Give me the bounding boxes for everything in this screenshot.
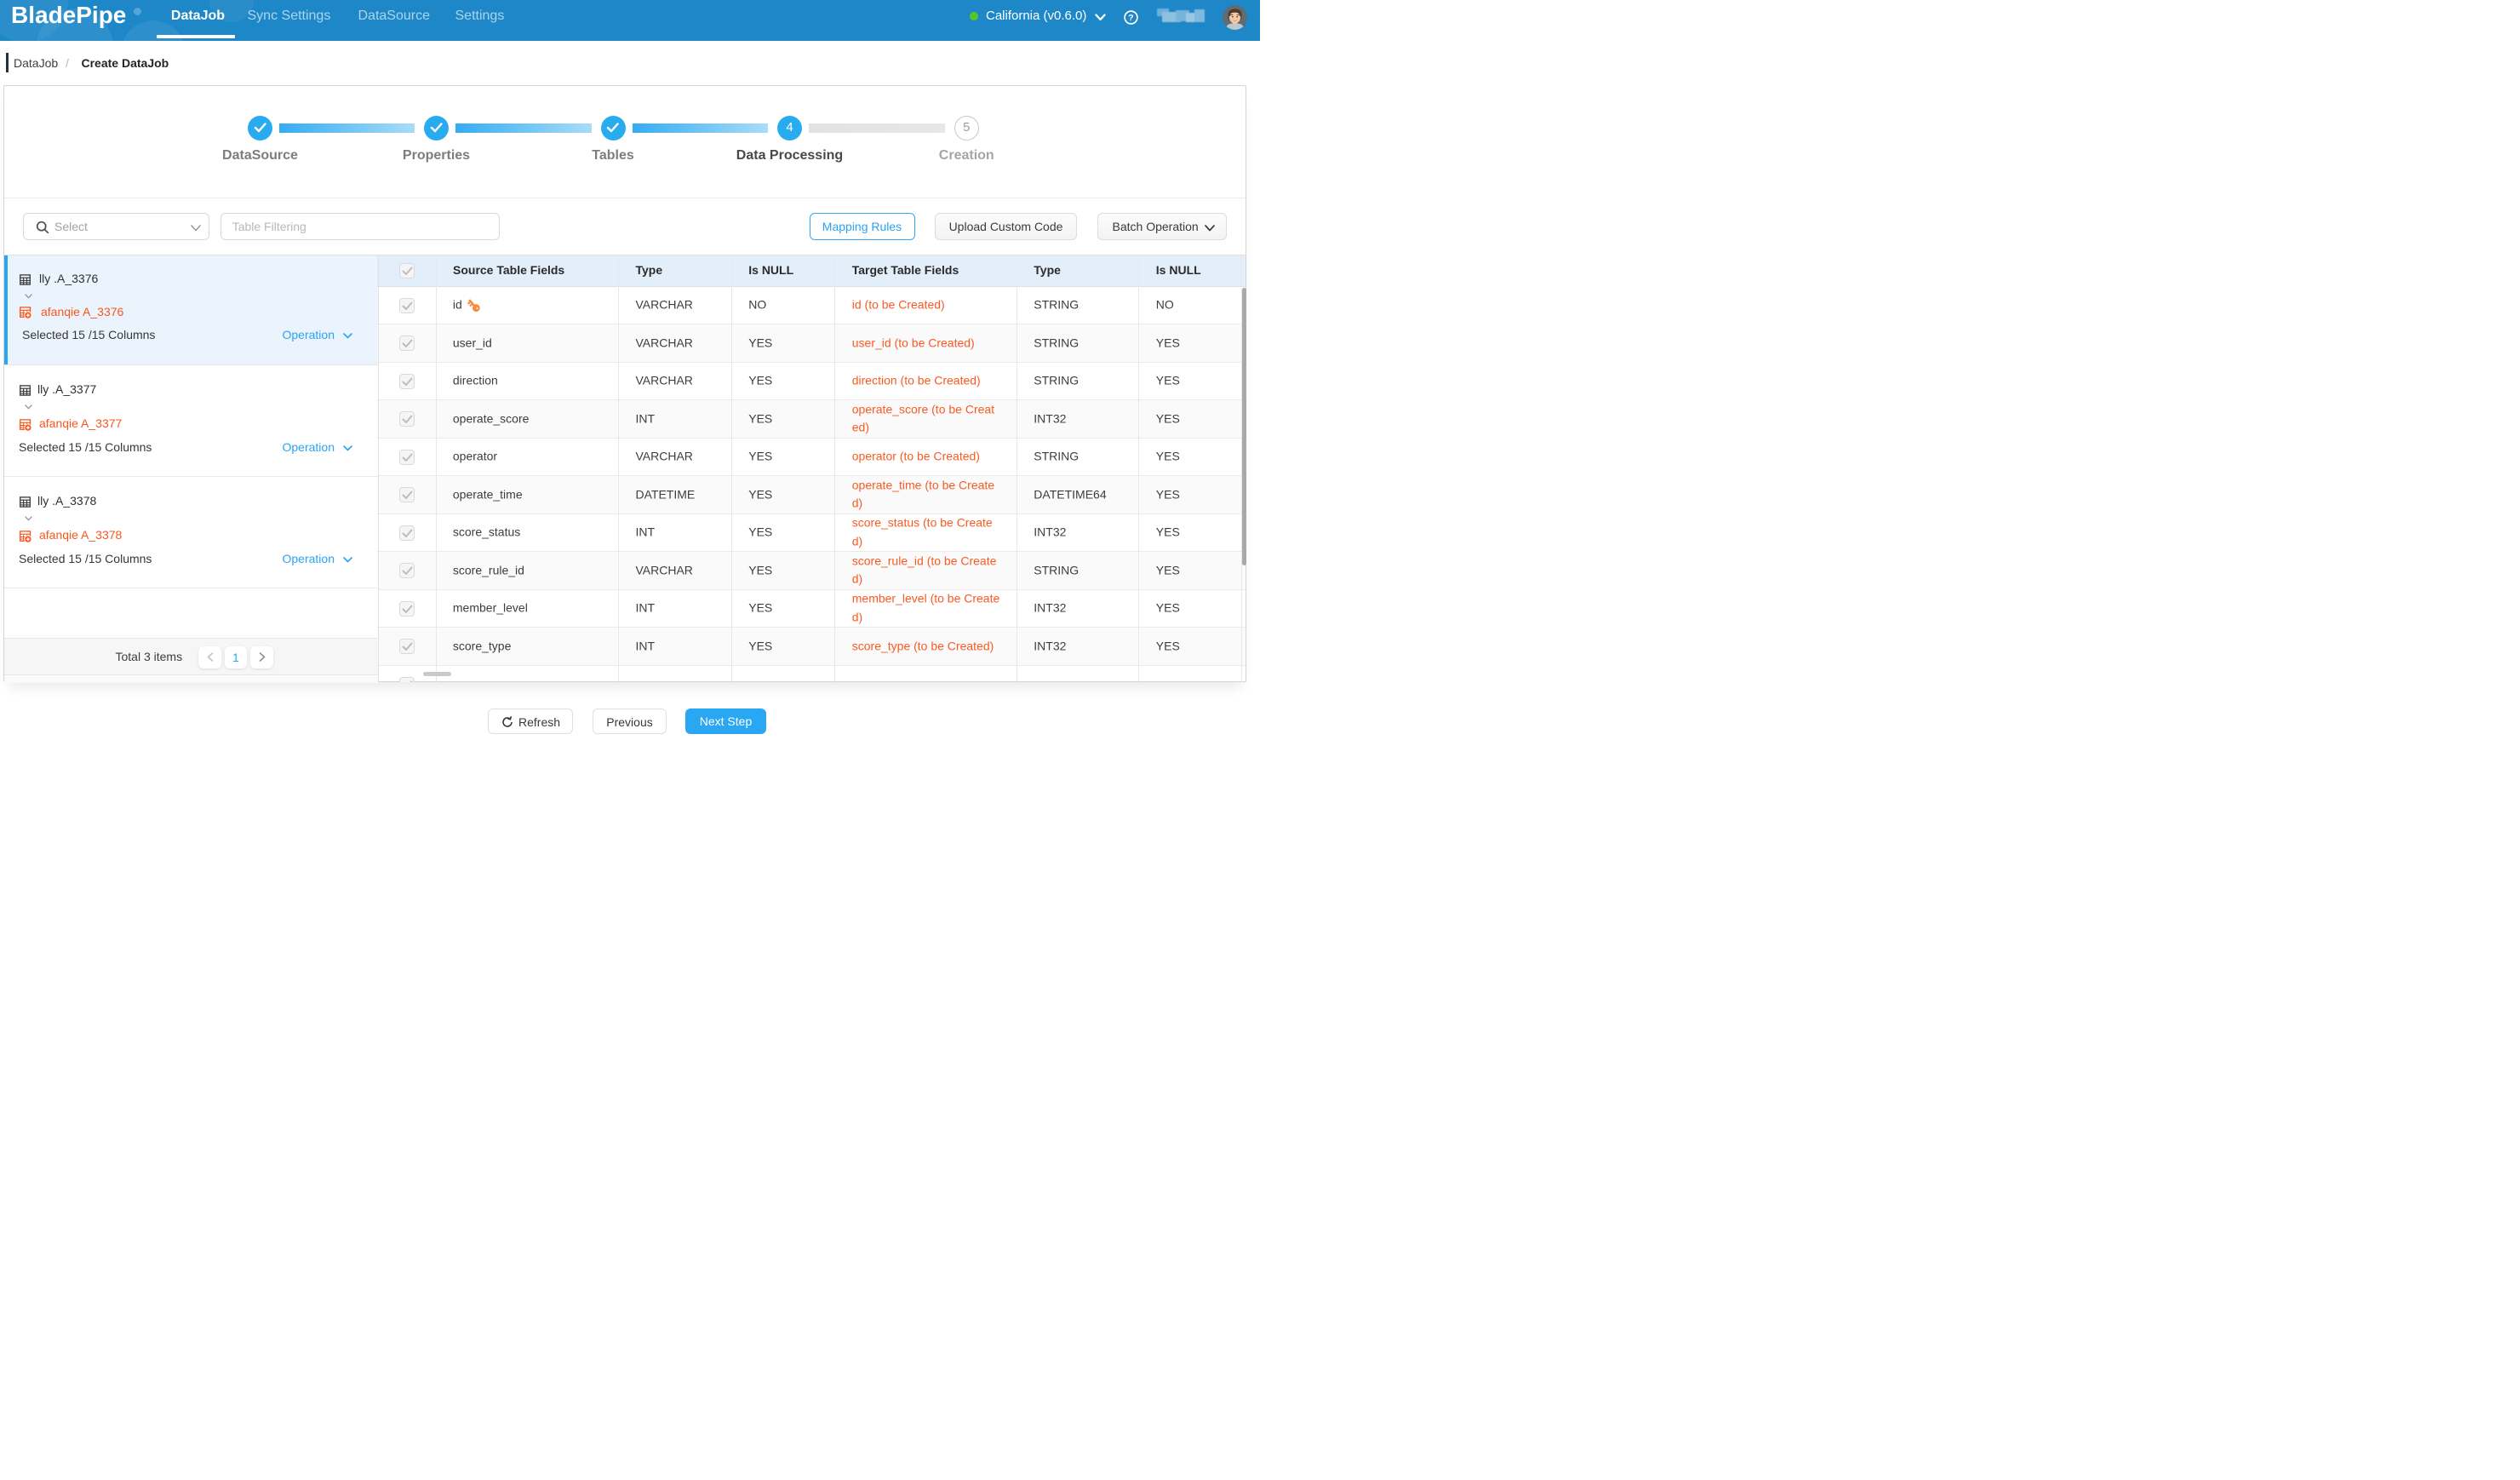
svg-text:?: ? (1128, 13, 1133, 23)
